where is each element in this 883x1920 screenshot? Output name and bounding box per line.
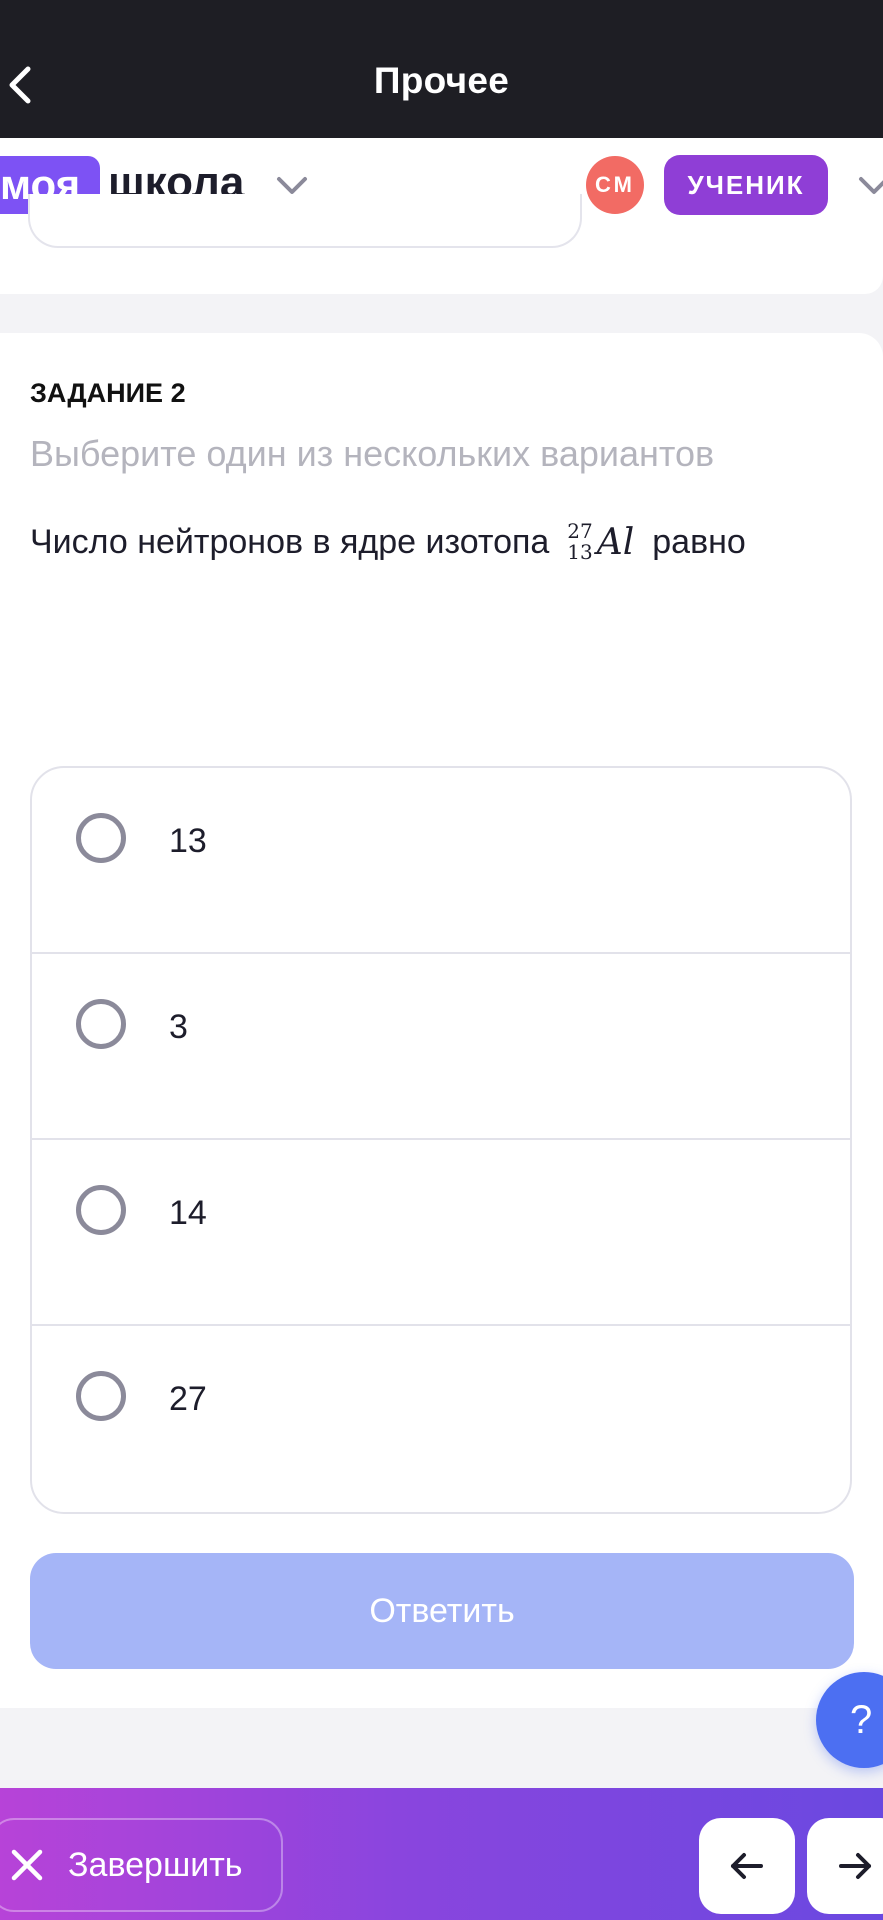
chevron-down-icon[interactable]: [276, 176, 308, 196]
page-title: Прочее: [373, 60, 510, 101]
task-label: ЗАДАНИЕ 2: [30, 378, 186, 408]
answer-option[interactable]: 13: [32, 768, 850, 954]
isotope-atomic-number: 13: [567, 540, 593, 564]
next-task-button[interactable]: [807, 1818, 883, 1914]
radio-button[interactable]: [76, 1371, 126, 1421]
previous-task-card: [0, 194, 883, 294]
isotope-mass-number: 27: [567, 519, 593, 543]
isotope-symbol: Al: [596, 521, 635, 563]
isotope-notation: 27 13 Al: [567, 521, 634, 563]
task-hint: Выберите один из нескольких вариантов: [30, 433, 715, 474]
radio-button[interactable]: [76, 999, 126, 1049]
finish-button-label: Завершить: [68, 1845, 243, 1884]
top-nav-bar: Прочее: [0, 0, 883, 138]
answer-options: 13 3 14 27: [30, 766, 852, 1514]
answer-option[interactable]: 27: [32, 1326, 850, 1512]
submit-answer-button[interactable]: Ответить: [30, 1553, 854, 1669]
answer-option[interactable]: 14: [32, 1140, 850, 1326]
arrow-left-icon: [731, 1853, 763, 1879]
answer-option-label: 13: [169, 822, 207, 860]
finish-button[interactable]: Завершить: [0, 1818, 283, 1912]
task-card: ЗАДАНИЕ 2 Выберите один из нескольких ва…: [0, 333, 883, 1708]
answer-option-label: 3: [169, 1008, 188, 1046]
role-badge[interactable]: УЧЕНИК: [664, 155, 828, 215]
question-text: Число нейтронов в ядре изотопа 27 13 Al …: [30, 521, 746, 563]
answer-option-label: 14: [169, 1194, 207, 1232]
question-mark-icon: ?: [850, 1697, 873, 1742]
previous-task-button[interactable]: [699, 1818, 795, 1914]
question-text-after: равно: [652, 522, 746, 561]
close-icon: [11, 1849, 43, 1881]
chevron-down-icon[interactable]: [858, 176, 883, 196]
radio-button[interactable]: [76, 813, 126, 863]
bottom-bar: Завершить: [0, 1788, 883, 1920]
answer-option-label: 27: [169, 1380, 207, 1418]
avatar[interactable]: СМ: [586, 156, 644, 214]
previous-task-pill: [28, 194, 582, 248]
arrow-right-icon: [839, 1853, 871, 1879]
answer-option[interactable]: 3: [32, 954, 850, 1140]
radio-button[interactable]: [76, 1185, 126, 1235]
question-text-before: Число нейтронов в ядре изотопа: [30, 522, 550, 561]
